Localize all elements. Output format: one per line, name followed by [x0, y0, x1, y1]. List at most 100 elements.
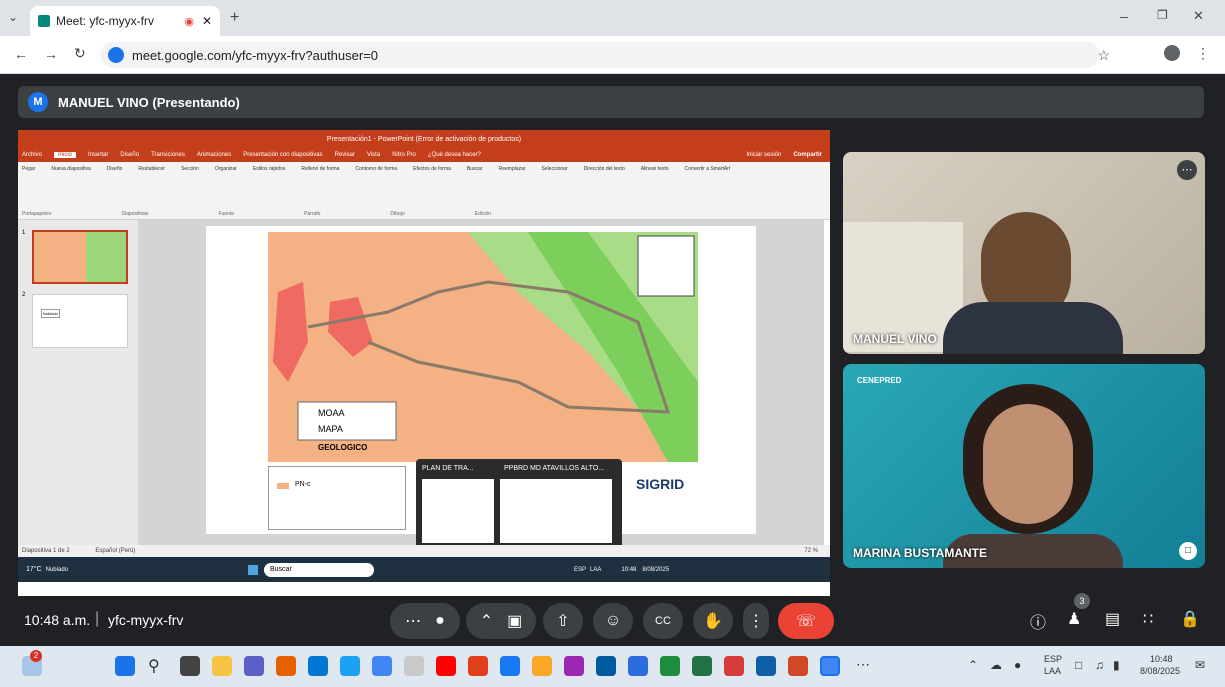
ppt-tab[interactable]: Transiciones [151, 152, 185, 158]
search-icon[interactable]: ⚲ [148, 656, 168, 676]
inner-windows-icon[interactable] [248, 564, 258, 575]
browser-tab[interactable]: Meet: yfc-myyx-frv ◉ ✕ [30, 6, 220, 36]
ppt-tab[interactable]: Presentación con diapositivas [243, 152, 322, 158]
host-controls-icon[interactable]: 🔒 [1180, 609, 1200, 629]
lang-indicator[interactable]: ESP [1044, 654, 1062, 664]
more-options-icon[interactable]: ⋯ [1177, 160, 1197, 180]
zoom-level[interactable]: 72 % [804, 545, 818, 557]
battery-icon[interactable]: ▮ [1113, 658, 1120, 672]
app-icon[interactable] [660, 656, 680, 676]
ribbon-item[interactable]: Alinear texto [641, 166, 669, 172]
preview-title-1[interactable]: PLAN DE TRA... [422, 465, 474, 472]
app-icon[interactable] [564, 656, 584, 676]
ppt-tab[interactable]: Insertar [88, 152, 108, 158]
browser-menu-icon[interactable]: ⋮ [1196, 45, 1210, 62]
firefox-icon[interactable] [276, 656, 296, 676]
excel-icon[interactable] [692, 656, 712, 676]
ppt-share[interactable]: Compartir [793, 152, 822, 158]
ribbon-item[interactable]: Buscar [467, 166, 483, 172]
reload-icon[interactable]: ↻ [74, 45, 86, 62]
close-window-icon[interactable]: ✕ [1193, 8, 1204, 24]
ribbon-item[interactable]: Relleno de forma [301, 166, 339, 172]
ribbon-item[interactable]: Dirección del texto [584, 166, 625, 172]
app-icon[interactable] [532, 656, 552, 676]
security-icon[interactable] [628, 656, 648, 676]
app-icon[interactable] [756, 656, 776, 676]
ribbon-item[interactable]: Organizar [215, 166, 237, 172]
preview-thumb-1[interactable] [422, 479, 494, 543]
pin-icon[interactable]: □ [1179, 542, 1197, 560]
ribbon-item[interactable]: Estilos rápidos [253, 166, 286, 172]
ribbon-item[interactable]: Nueva diapositiva [51, 166, 90, 172]
ppt-signin[interactable]: Iniciar sesión [746, 152, 781, 158]
ribbon-item[interactable]: Seleccionar [541, 166, 567, 172]
ribbon-item[interactable]: Diseño [107, 166, 123, 172]
activities-icon[interactable]: ∷ [1143, 609, 1153, 629]
present-button[interactable]: ⇧ [543, 603, 583, 639]
mic-tray-icon[interactable]: ● [1014, 658, 1021, 672]
ribbon-item[interactable]: Convertir a SmartArt [685, 166, 731, 172]
cloud-icon[interactable]: ☁ [990, 658, 1002, 672]
facebook-icon[interactable] [500, 656, 520, 676]
ribbon-item[interactable]: Reemplazar [498, 166, 525, 172]
slide-thumb-1[interactable] [32, 230, 128, 284]
new-tab-button[interactable]: + [230, 9, 239, 27]
bookmark-star-icon[interactable]: ☆ [1097, 47, 1110, 64]
slide-thumb-2[interactable]: Nublado [32, 294, 128, 348]
restore-icon[interactable]: ❐ [1157, 8, 1168, 22]
camera-button[interactable]: ⌃ ▣ [466, 603, 536, 639]
notifications-icon[interactable]: ✉ [1195, 658, 1205, 672]
app-icon[interactable] [596, 656, 616, 676]
ppt-tab[interactable]: Vista [367, 152, 380, 158]
chrome-active-icon[interactable] [820, 656, 840, 676]
profile-avatar[interactable] [1164, 45, 1180, 61]
address-bar[interactable]: meet.google.com/yfc-myyx-frv?authuser=0 … [100, 42, 1110, 68]
app-icon[interactable] [404, 656, 424, 676]
tray-chevron-icon[interactable]: ⌃ [968, 658, 978, 672]
ppt-tab[interactable]: ¿Qué desea hacer? [428, 152, 481, 158]
youtube-icon[interactable] [436, 656, 456, 676]
ppt-tab[interactable]: Archivo [22, 152, 42, 158]
lang-indicator-2[interactable]: LAA [1044, 666, 1061, 676]
network-icon[interactable]: □ [1075, 658, 1082, 672]
preview-title-2[interactable]: PPBRD MD ATAVILLOS ALTO... [504, 465, 604, 472]
info-icon[interactable]: ⓘ [1030, 609, 1046, 633]
volume-icon[interactable]: ♫ [1095, 658, 1104, 672]
forward-icon[interactable]: → [44, 46, 58, 62]
overflow-icon[interactable]: ⋯ [856, 656, 876, 676]
site-info-icon[interactable] [108, 47, 124, 63]
ppt-tab[interactable]: Inicio [54, 152, 77, 158]
wps-icon[interactable] [724, 656, 744, 676]
ribbon-item[interactable]: Sección [181, 166, 199, 172]
file-explorer-icon[interactable] [212, 656, 232, 676]
inner-search[interactable]: Buscar [264, 562, 374, 577]
start-icon[interactable] [115, 656, 135, 676]
end-call-button[interactable]: ☏ [778, 603, 834, 639]
ribbon-item[interactable]: Contorno de forma [355, 166, 397, 172]
more-options-button[interactable]: ⋮ [743, 603, 769, 639]
captions-button[interactable]: CC [643, 603, 683, 639]
store-icon[interactable] [308, 656, 328, 676]
clock-time[interactable]: 10:48 [1150, 654, 1173, 664]
chrome-icon[interactable] [372, 656, 392, 676]
clock-date[interactable]: 8/08/2025 [1140, 666, 1180, 676]
preview-thumb-2[interactable] [500, 479, 612, 543]
ppt-tab[interactable]: Diseño [120, 152, 139, 158]
app-icon[interactable] [468, 656, 488, 676]
participant-tile[interactable]: CENEPRED □ MARINA BUSTAMANTE [843, 364, 1205, 568]
chat-icon[interactable]: ▤ [1105, 609, 1120, 629]
ribbon-item[interactable]: Efectos de forma [413, 166, 451, 172]
teams-icon[interactable] [244, 656, 264, 676]
reactions-button[interactable]: ☺ [593, 603, 633, 639]
people-icon[interactable]: ♟ [1067, 609, 1081, 629]
close-tab-icon[interactable]: ✕ [202, 14, 212, 28]
minimize-icon[interactable]: – [1120, 8, 1128, 24]
mic-button[interactable]: ⋯ ● [390, 603, 460, 639]
back-icon[interactable]: ← [14, 46, 28, 62]
ribbon-item[interactable]: Pegar [22, 166, 35, 172]
tab-search-icon[interactable]: ⌄ [8, 10, 18, 24]
ribbon-item[interactable]: Restablecer [138, 166, 165, 172]
powerpoint-icon[interactable] [788, 656, 808, 676]
ppt-tab[interactable]: Revisar [335, 152, 355, 158]
task-view-icon[interactable] [180, 656, 200, 676]
